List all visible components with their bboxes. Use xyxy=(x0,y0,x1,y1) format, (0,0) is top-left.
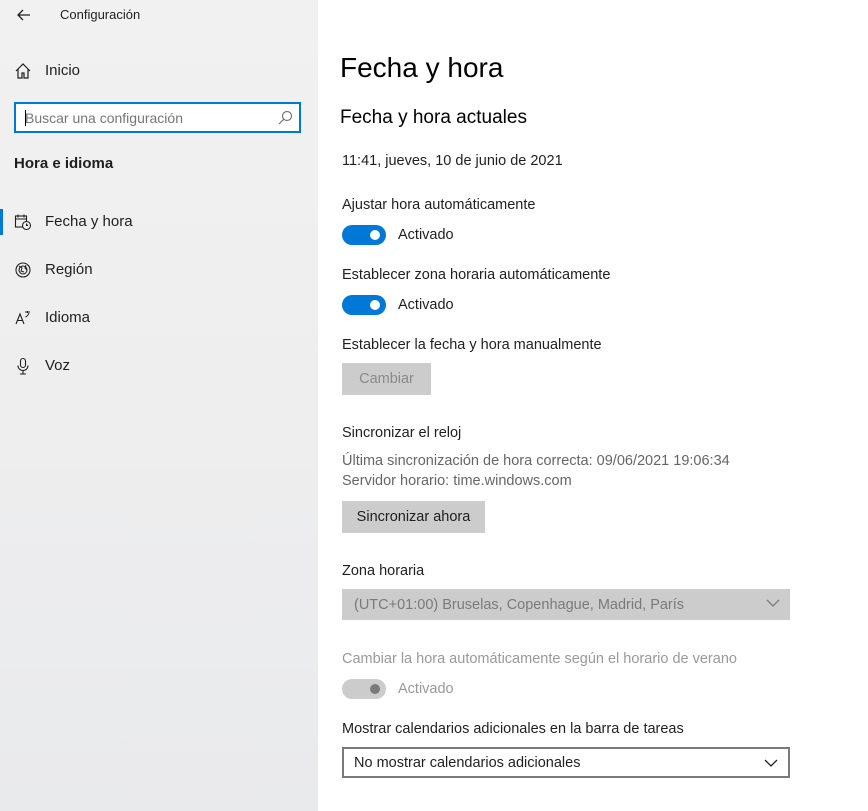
home-label: Inicio xyxy=(45,62,81,79)
microphone-icon xyxy=(17,357,29,375)
calendars-label: Mostrar calendarios adicionales en la ba… xyxy=(342,721,684,737)
chevron-down-icon xyxy=(766,599,780,607)
auto-timezone-label: Establecer zona horaria automáticamente xyxy=(342,267,611,283)
sidebar: Configuración Inicio Hora e idioma Fecha… xyxy=(0,0,318,811)
sync-title: Sincronizar el reloj xyxy=(342,425,462,441)
active-indicator xyxy=(0,209,3,235)
home-nav-item[interactable]: Inicio xyxy=(0,56,318,86)
chevron-down-icon xyxy=(764,759,778,767)
change-button[interactable]: Cambiar xyxy=(342,363,431,395)
sidebar-item-label: Voz xyxy=(45,357,71,374)
last-sync-text: Última sincronización de hora correcta: … xyxy=(342,453,730,469)
calendar-clock-icon xyxy=(14,214,32,231)
language-icon xyxy=(15,311,30,325)
current-datetime: 11:41, jueves, 10 de junio de 2021 xyxy=(342,153,563,169)
calendars-select[interactable]: No mostrar calendarios adicionales xyxy=(342,747,790,778)
auto-time-label: Ajustar hora automáticamente xyxy=(342,197,536,213)
dst-toggle[interactable] xyxy=(342,679,386,699)
page-title: Fecha y hora xyxy=(340,52,504,83)
timezone-value: (UTC+01:00) Bruselas, Copenhague, Madrid… xyxy=(354,596,685,613)
sidebar-item-label: Fecha y hora xyxy=(45,213,133,230)
auto-timezone-toggle[interactable] xyxy=(342,295,386,315)
search-input[interactable] xyxy=(16,104,275,131)
section-heading: Fecha y hora actuales xyxy=(340,107,527,128)
auto-time-state: Activado xyxy=(398,227,454,243)
toggle-knob xyxy=(370,684,380,694)
sidebar-item-idioma[interactable]: Idioma xyxy=(0,301,318,335)
auto-time-toggle[interactable] xyxy=(342,225,386,245)
dst-state: Activado xyxy=(398,681,454,697)
search-box[interactable] xyxy=(14,102,301,133)
dst-label: Cambiar la hora automáticamente según el… xyxy=(342,651,737,667)
text-caret xyxy=(25,110,26,126)
globe-icon xyxy=(15,262,31,278)
back-arrow-icon xyxy=(17,9,30,21)
sidebar-item-label: Idioma xyxy=(45,309,91,326)
auto-timezone-state: Activado xyxy=(398,297,454,313)
section-title: Hora e idioma xyxy=(14,155,114,172)
sync-now-button[interactable]: Sincronizar ahora xyxy=(342,501,485,533)
main-content: Fecha y hora Fecha y hora actuales 11:41… xyxy=(318,0,868,811)
timezone-select[interactable]: (UTC+01:00) Bruselas, Copenhague, Madrid… xyxy=(342,589,790,620)
toggle-knob xyxy=(370,230,380,240)
time-server-text: Servidor horario: time.windows.com xyxy=(342,473,572,489)
sidebar-item-voz[interactable]: Voz xyxy=(0,349,318,383)
sidebar-item-label: Región xyxy=(45,261,93,278)
sidebar-item-fecha-y-hora[interactable]: Fecha y hora xyxy=(0,205,318,239)
manual-datetime-label: Establecer la fecha y hora manualmente xyxy=(342,337,602,353)
home-icon xyxy=(15,63,31,79)
search-icon[interactable] xyxy=(277,110,293,126)
sidebar-item-region[interactable]: Región xyxy=(0,253,318,287)
app-title: Configuración xyxy=(60,7,141,22)
back-button[interactable] xyxy=(10,2,38,28)
toggle-knob xyxy=(370,300,380,310)
timezone-label: Zona horaria xyxy=(342,563,425,579)
calendars-value: No mostrar calendarios adicionales xyxy=(354,754,581,771)
